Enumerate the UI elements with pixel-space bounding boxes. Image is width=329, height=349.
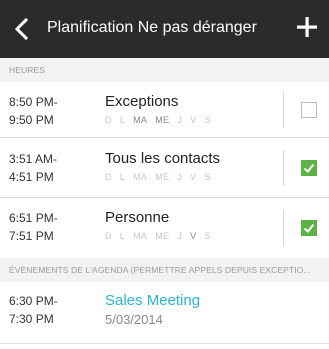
schedule-row[interactable]: 8:50 PM- 9:50 PM Exceptions D L MA ME J V S: [0, 82, 329, 138]
start-time: 6:51 PM-: [9, 211, 58, 225]
start-time: 8:50 PM-: [9, 95, 58, 109]
day-label: L: [119, 172, 126, 182]
row-divider: [0, 343, 329, 344]
app-header: Planification Ne pas déranger: [0, 0, 329, 58]
day-label: D: [105, 231, 112, 241]
vertical-divider: [283, 210, 284, 246]
time-range: 8:50 PM- 9:50 PM: [9, 93, 58, 129]
page-title: Planification Ne pas déranger: [47, 19, 257, 36]
day-label: L: [119, 231, 126, 241]
checkbox-checked[interactable]: [301, 160, 317, 176]
schedule-row[interactable]: 3:51 AM- 4:51 PM Tous les contacts D L MA M…: [0, 138, 329, 198]
chevron-left-icon[interactable]: [10, 14, 34, 44]
day-label: ME: [155, 231, 170, 241]
day-label: MA: [133, 115, 148, 125]
vertical-divider: [283, 150, 284, 186]
day-label: D: [105, 115, 112, 125]
day-label: V: [190, 115, 197, 125]
day-label: MA: [133, 172, 148, 182]
start-time: 3:51 AM-: [9, 152, 58, 166]
day-label: V: [190, 231, 197, 241]
schedule-row[interactable]: 6:51 PM- 7:51 PM Personne D L MA ME J V S: [0, 198, 329, 258]
section-header-hours: HEURES: [0, 58, 329, 82]
day-label: J: [177, 172, 183, 182]
event-date: 5/03/2014: [105, 312, 163, 327]
day-label: J: [177, 231, 183, 241]
day-label: S: [204, 115, 211, 125]
end-time: 7:51 PM: [9, 229, 54, 243]
end-time: 4:51 PM: [9, 170, 54, 184]
day-label: MA: [133, 231, 148, 241]
time-range: 6:30 PM- 7:30 PM: [9, 292, 58, 328]
plus-icon[interactable]: [292, 12, 322, 42]
time-range: 6:51 PM- 7:51 PM: [9, 209, 58, 245]
day-label: S: [204, 231, 211, 241]
day-label: ME: [155, 172, 170, 182]
time-range: 3:51 AM- 4:51 PM: [9, 150, 57, 186]
day-list: D L MA ME J V S: [105, 231, 219, 241]
day-label: V: [190, 172, 197, 182]
vertical-divider: [283, 92, 284, 128]
day-list: D L MA ME J V S: [105, 172, 219, 182]
day-label: D: [105, 172, 112, 182]
start-time: 6:30 PM-: [9, 294, 58, 308]
rule-name: Exceptions: [105, 93, 179, 110]
checkbox-checked[interactable]: [301, 220, 317, 236]
checkbox-unchecked[interactable]: [301, 102, 317, 118]
day-label: L: [119, 115, 126, 125]
day-label: J: [177, 115, 183, 125]
event-row[interactable]: 6:30 PM- 7:30 PM Sales Meeting 5/03/2014: [0, 282, 329, 344]
rule-name: Personne: [105, 209, 170, 226]
end-time: 7:30 PM: [9, 312, 54, 326]
end-time: 9:50 PM: [9, 113, 54, 127]
day-label: S: [204, 172, 211, 182]
day-list: D L MA ME J V S: [105, 115, 219, 125]
section-header-calendar-events: ÉVÉNEMENTS DE L'AGENDA (PERMETTRE APPELS…: [0, 258, 329, 282]
day-label: ME: [155, 115, 170, 125]
rule-name: Tous les contacts: [105, 150, 221, 167]
event-title: Sales Meeting: [105, 292, 201, 309]
